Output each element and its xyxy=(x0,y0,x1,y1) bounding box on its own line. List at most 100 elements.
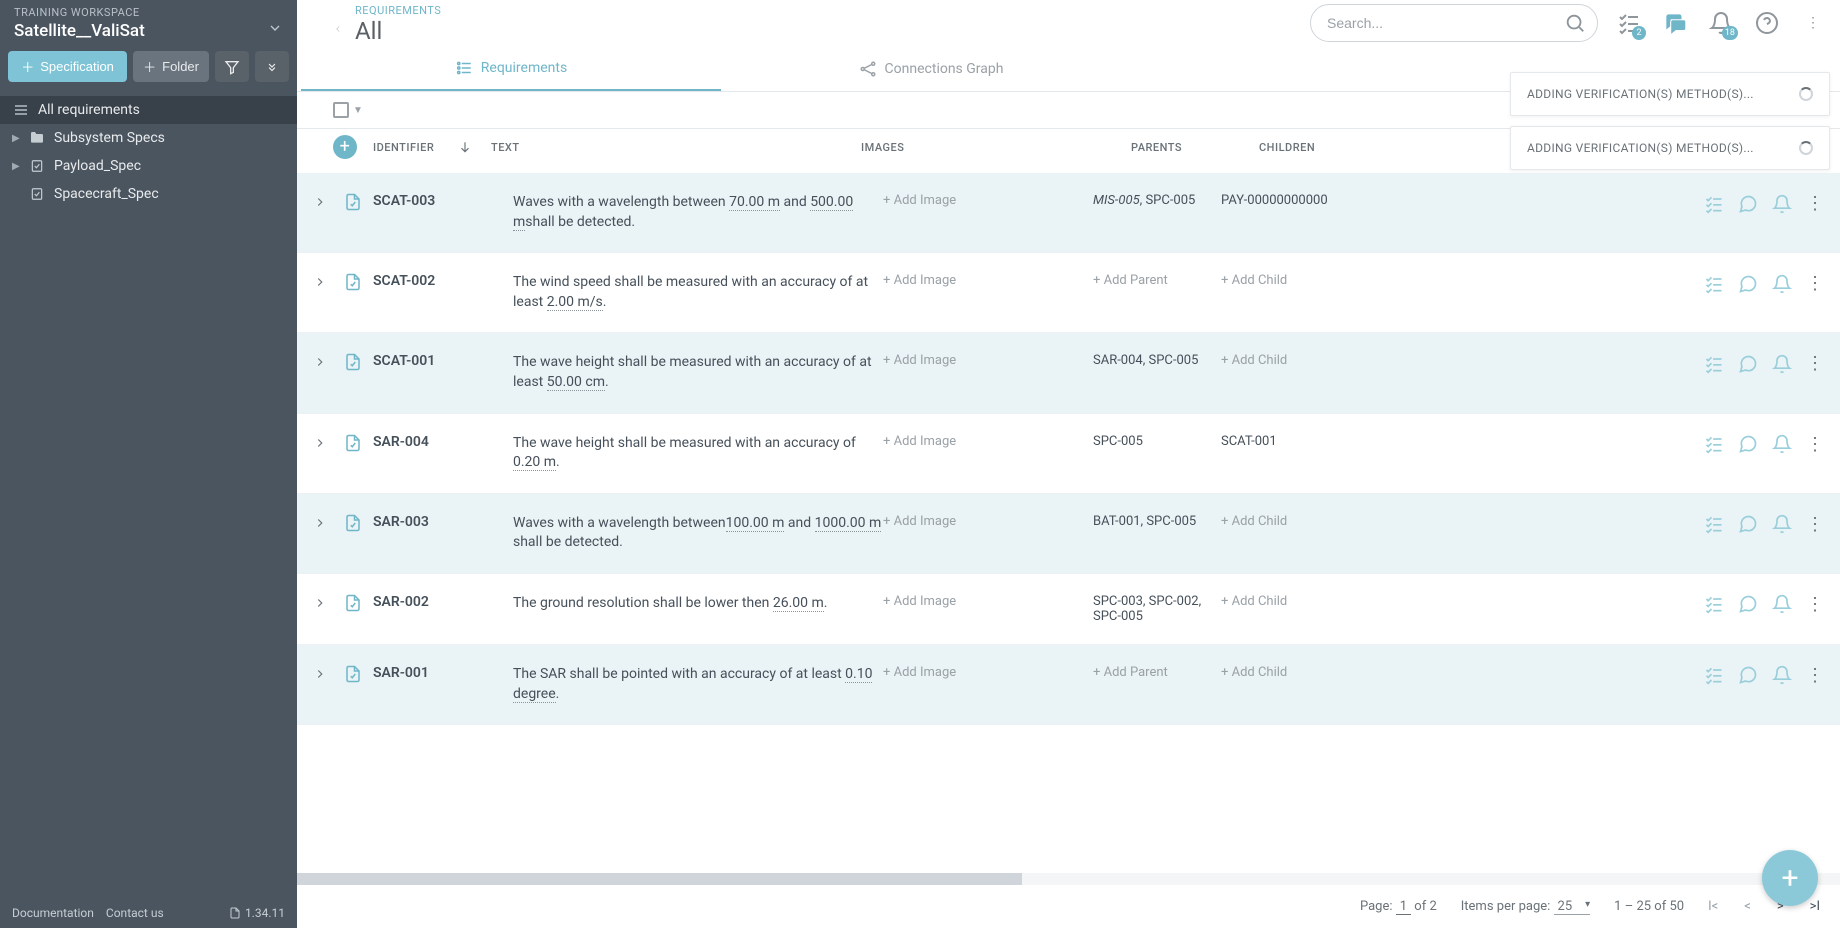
add-specification-button[interactable]: ＋ Specification xyxy=(8,51,127,82)
add-folder-button[interactable]: ＋ Folder xyxy=(133,51,209,82)
parents-cell[interactable]: SPC-005 xyxy=(1093,434,1221,449)
filter-button[interactable] xyxy=(215,51,249,82)
row-more-icon[interactable]: ⋮ xyxy=(1806,193,1824,214)
tab-connections-graph[interactable]: Connections Graph xyxy=(721,47,1141,91)
add-image-link[interactable]: + Add Image xyxy=(883,193,1093,208)
children-cell[interactable]: PAY-00000000000 xyxy=(1221,193,1331,208)
parents-cell[interactable]: SAR-004, SPC-005 xyxy=(1093,353,1221,368)
chevron-down-icon[interactable] xyxy=(267,20,283,36)
page-number[interactable]: 1 xyxy=(1396,899,1411,915)
row-chat-icon[interactable] xyxy=(1738,194,1758,214)
requirement-text[interactable]: The wave height shall be measured with a… xyxy=(513,434,883,473)
row-chat-icon[interactable] xyxy=(1738,665,1758,685)
row-tasks-icon[interactable] xyxy=(1704,514,1724,534)
breadcrumb[interactable]: REQUIREMENTS xyxy=(355,4,441,17)
last-page-icon[interactable]: >I xyxy=(1810,899,1820,914)
row-tasks-icon[interactable] xyxy=(1704,354,1724,374)
tree-spacecraft-spec[interactable]: Spacecraft_Spec xyxy=(0,180,297,208)
parents-cell[interactable]: MIS-005, SPC-005 xyxy=(1093,193,1221,208)
search-icon[interactable] xyxy=(1564,12,1586,34)
row-tasks-icon[interactable] xyxy=(1704,434,1724,454)
tasks-icon[interactable]: 2 xyxy=(1614,8,1644,38)
requirement-identifier[interactable]: SCAT-002 xyxy=(373,273,513,289)
prev-page-icon[interactable]: < xyxy=(1744,899,1751,914)
horizontal-scrollbar[interactable] xyxy=(297,873,1840,885)
row-more-icon[interactable]: ⋮ xyxy=(1806,594,1824,615)
column-header-images[interactable]: IMAGES xyxy=(861,141,1131,154)
expand-row-icon[interactable] xyxy=(313,596,333,610)
add-image-link[interactable]: + Add Image xyxy=(883,594,1093,609)
tree-all-requirements[interactable]: All requirements xyxy=(0,96,297,124)
requirement-identifier[interactable]: SAR-001 xyxy=(373,665,513,681)
scrollbar-thumb[interactable] xyxy=(297,873,1022,885)
table-row[interactable]: SAR-001The SAR shall be pointed with an … xyxy=(297,645,1840,725)
children-cell[interactable]: + Add Child xyxy=(1221,665,1331,680)
expand-row-icon[interactable] xyxy=(313,516,333,530)
row-tasks-icon[interactable] xyxy=(1704,194,1724,214)
expand-row-icon[interactable] xyxy=(313,667,333,681)
more-menu-icon[interactable]: ⋮ xyxy=(1798,8,1828,38)
expand-row-icon[interactable] xyxy=(313,436,333,450)
items-per-page-select[interactable]: 25 xyxy=(1554,899,1591,915)
select-dropdown-icon[interactable]: ▼ xyxy=(353,105,363,116)
row-more-icon[interactable]: ⋮ xyxy=(1806,514,1824,535)
requirement-text[interactable]: Waves with a wavelength between100.00 m … xyxy=(513,514,883,553)
parents-cell[interactable]: BAT-001, SPC-005 xyxy=(1093,514,1221,529)
expand-row-icon[interactable] xyxy=(313,355,333,369)
tab-hidden[interactable] xyxy=(1141,47,1561,91)
documentation-link[interactable]: Documentation xyxy=(12,906,94,920)
row-bell-icon[interactable] xyxy=(1772,354,1792,374)
requirement-text[interactable]: The wind speed shall be measured with an… xyxy=(513,273,883,312)
caret-right-icon[interactable]: ▶ xyxy=(12,161,20,172)
requirement-text[interactable]: The SAR shall be pointed with an accurac… xyxy=(513,665,883,704)
select-all-checkbox[interactable] xyxy=(333,102,349,118)
column-header-text[interactable]: TEXT xyxy=(491,141,861,154)
children-cell[interactable]: + Add Child xyxy=(1221,594,1331,609)
row-bell-icon[interactable] xyxy=(1772,194,1792,214)
help-icon[interactable] xyxy=(1752,8,1782,38)
requirement-identifier[interactable]: SAR-004 xyxy=(373,434,513,450)
row-bell-icon[interactable] xyxy=(1772,665,1792,685)
add-image-link[interactable]: + Add Image xyxy=(883,514,1093,529)
requirement-identifier[interactable]: SCAT-001 xyxy=(373,353,513,369)
row-more-icon[interactable]: ⋮ xyxy=(1806,353,1824,374)
tab-requirements[interactable]: Requirements xyxy=(301,47,721,91)
row-chat-icon[interactable] xyxy=(1738,434,1758,454)
row-tasks-icon[interactable] xyxy=(1704,665,1724,685)
row-bell-icon[interactable] xyxy=(1772,434,1792,454)
contact-link[interactable]: Contact us xyxy=(106,906,164,920)
expand-row-icon[interactable] xyxy=(313,275,333,289)
tree-payload-spec[interactable]: ▶ Payload_Spec xyxy=(0,152,297,180)
column-header-identifier[interactable]: IDENTIFIER xyxy=(373,140,493,154)
column-header-parents[interactable]: PARENTS xyxy=(1131,141,1259,154)
row-bell-icon[interactable] xyxy=(1772,274,1792,294)
row-chat-icon[interactable] xyxy=(1738,274,1758,294)
first-page-icon[interactable]: I< xyxy=(1708,899,1718,914)
row-chat-icon[interactable] xyxy=(1738,514,1758,534)
back-caret-icon[interactable] xyxy=(333,22,343,36)
row-more-icon[interactable]: ⋮ xyxy=(1806,665,1824,686)
requirement-text[interactable]: The ground resolution shall be lower the… xyxy=(513,594,883,614)
requirement-identifier[interactable]: SAR-003 xyxy=(373,514,513,530)
row-more-icon[interactable]: ⋮ xyxy=(1806,273,1824,294)
requirement-identifier[interactable]: SAR-002 xyxy=(373,594,513,610)
fab-add-button[interactable]: + xyxy=(1762,850,1818,906)
children-cell[interactable]: + Add Child xyxy=(1221,273,1331,288)
row-chat-icon[interactable] xyxy=(1738,354,1758,374)
tree-subsystem-specs[interactable]: ▶ Subsystem Specs xyxy=(0,124,297,152)
children-cell[interactable]: + Add Child xyxy=(1221,353,1331,368)
collapse-button[interactable] xyxy=(255,51,289,82)
add-image-link[interactable]: + Add Image xyxy=(883,434,1093,449)
table-row[interactable]: SCAT-002The wind speed shall be measured… xyxy=(297,253,1840,333)
notifications-icon[interactable]: 18 xyxy=(1706,8,1736,38)
children-cell[interactable]: SCAT-001 xyxy=(1221,434,1331,449)
sort-down-icon[interactable] xyxy=(458,140,472,154)
requirement-identifier[interactable]: SCAT-003 xyxy=(373,193,513,209)
row-bell-icon[interactable] xyxy=(1772,594,1792,614)
row-tasks-icon[interactable] xyxy=(1704,274,1724,294)
workspace-header[interactable]: TRAINING WORKSPACE Satellite__ValiSat xyxy=(0,0,297,51)
table-row[interactable]: SAR-002The ground resolution shall be lo… xyxy=(297,574,1840,645)
parents-cell[interactable]: SPC-003, SPC-002, SPC-005 xyxy=(1093,594,1221,624)
add-image-link[interactable]: + Add Image xyxy=(883,665,1093,680)
row-chat-icon[interactable] xyxy=(1738,594,1758,614)
